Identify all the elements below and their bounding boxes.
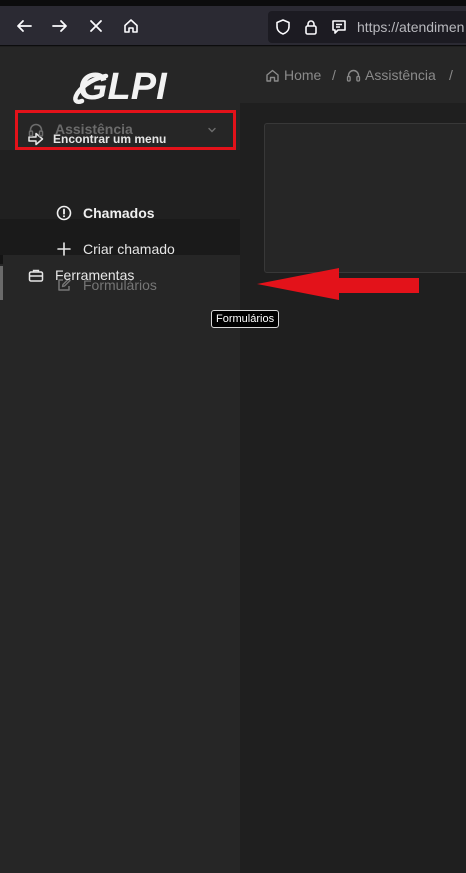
submenu-item-criar-chamado[interactable]: Criar chamado — [56, 239, 175, 259]
sidebar-item-ferramentas-label: Ferramentas — [55, 267, 135, 283]
url-text[interactable]: https://atendimen — [357, 19, 464, 35]
browser-toolbar: https://atendimen — [0, 6, 466, 46]
arrow-right-icon — [52, 20, 67, 32]
content-card — [264, 123, 466, 273]
lock-icon[interactable] — [302, 18, 320, 36]
breadcrumb-separator: / — [449, 67, 453, 83]
submenu-item-chamados-label: Chamados — [83, 205, 155, 221]
submenu-item-criar-chamado-label: Criar chamado — [83, 241, 175, 257]
plus-icon — [57, 242, 71, 256]
alert-circle-icon — [56, 205, 72, 221]
home-icon — [266, 69, 279, 82]
annotation-arrow-icon — [257, 268, 419, 300]
stop-button[interactable] — [82, 12, 110, 40]
briefcase-icon — [28, 269, 44, 282]
headset-icon — [346, 69, 361, 82]
shield-icon[interactable] — [274, 18, 292, 36]
address-bar[interactable]: https://atendimen — [268, 11, 466, 43]
forward-button[interactable] — [46, 12, 74, 40]
submenu-item-chamados[interactable]: Chamados — [56, 203, 155, 223]
breadcrumb-home-label: Home — [284, 67, 322, 83]
breadcrumb-assistencia[interactable]: Assistência — [346, 67, 436, 83]
breadcrumb-home[interactable]: Home — [265, 67, 321, 83]
home-icon — [124, 19, 138, 33]
home-button[interactable] — [117, 12, 145, 40]
active-indicator-sub — [0, 266, 3, 300]
sidebar-item-ferramentas[interactable]: Ferramentas — [28, 265, 134, 285]
tooltip: Formulários — [211, 310, 280, 328]
svg-text:GLPI: GLPI — [78, 66, 168, 108]
back-button[interactable] — [10, 12, 38, 40]
breadcrumb: Home / Assistência / — [240, 47, 466, 103]
page-info-icon[interactable] — [330, 18, 348, 36]
annotation-highlight-box — [15, 110, 236, 150]
breadcrumb-separator: / — [332, 67, 336, 83]
close-icon — [90, 20, 102, 32]
glpi-logo[interactable]: GLPI — [68, 65, 174, 109]
arrow-left-icon — [17, 20, 32, 32]
breadcrumb-assistencia-label: Assistência — [365, 67, 436, 83]
